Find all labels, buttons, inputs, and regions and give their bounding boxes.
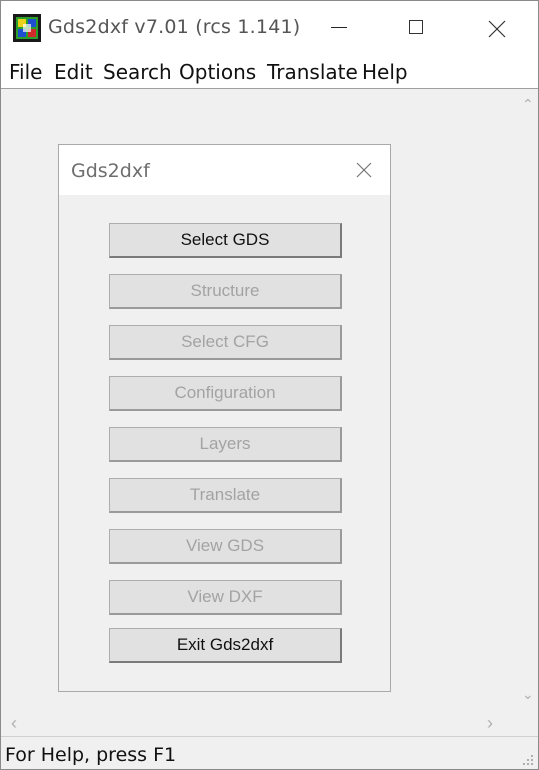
layers-button[interactable]: Layers	[109, 427, 342, 462]
view-gds-button[interactable]: View GDS	[109, 529, 342, 564]
app-window: Gds2dxf v7.01 (rcs 1.141) File Edit Sear…	[0, 0, 539, 770]
status-text: For Help, press F1	[5, 744, 177, 766]
view-dxf-button[interactable]: View DXF	[109, 580, 342, 615]
minimize-button[interactable]	[331, 27, 347, 28]
dialog-title-bar[interactable]: Gds2dxf	[59, 145, 390, 195]
vertical-scrollbar[interactable]: ⌃ ⌄	[516, 89, 538, 709]
window-title: Gds2dxf v7.01 (rcs 1.141)	[48, 16, 301, 38]
client-area: ⌃ ⌄ ‹ › Gds2dxf Select GDS Structure Sel…	[1, 89, 538, 735]
menu-file[interactable]: File	[9, 60, 42, 84]
scroll-right-icon[interactable]: ›	[487, 714, 493, 732]
structure-button[interactable]: Structure	[109, 274, 342, 309]
maximize-button[interactable]	[409, 20, 423, 34]
menu-options[interactable]: Options	[179, 60, 256, 84]
scrollbar-corner	[516, 713, 538, 735]
menu-translate[interactable]: Translate	[267, 60, 358, 84]
scroll-down-icon[interactable]: ⌄	[522, 687, 534, 701]
resize-grip-icon[interactable]	[520, 752, 534, 766]
menu-help[interactable]: Help	[362, 60, 408, 84]
close-icon[interactable]	[488, 20, 506, 38]
app-icon	[13, 14, 41, 42]
menu-search[interactable]: Search	[103, 60, 172, 84]
configuration-button[interactable]: Configuration	[109, 376, 342, 411]
gds2dxf-dialog: Gds2dxf Select GDS Structure Select CFG …	[58, 144, 391, 692]
dialog-title: Gds2dxf	[71, 160, 150, 182]
exit-button[interactable]: Exit Gds2dxf	[109, 628, 342, 663]
title-bar[interactable]: Gds2dxf v7.01 (rcs 1.141)	[1, 1, 538, 57]
dialog-close-icon[interactable]	[356, 162, 372, 178]
status-bar: For Help, press F1	[1, 736, 538, 769]
horizontal-scrollbar[interactable]: ‹ ›	[1, 713, 516, 735]
translate-button[interactable]: Translate	[109, 478, 342, 513]
select-cfg-button[interactable]: Select CFG	[109, 325, 342, 360]
menu-edit[interactable]: Edit	[54, 60, 93, 84]
scroll-up-icon[interactable]: ⌃	[522, 97, 534, 111]
select-gds-button[interactable]: Select GDS	[109, 223, 342, 258]
scroll-left-icon[interactable]: ‹	[11, 714, 17, 732]
menu-bar: File Edit Search Options Translate Help	[1, 57, 538, 89]
